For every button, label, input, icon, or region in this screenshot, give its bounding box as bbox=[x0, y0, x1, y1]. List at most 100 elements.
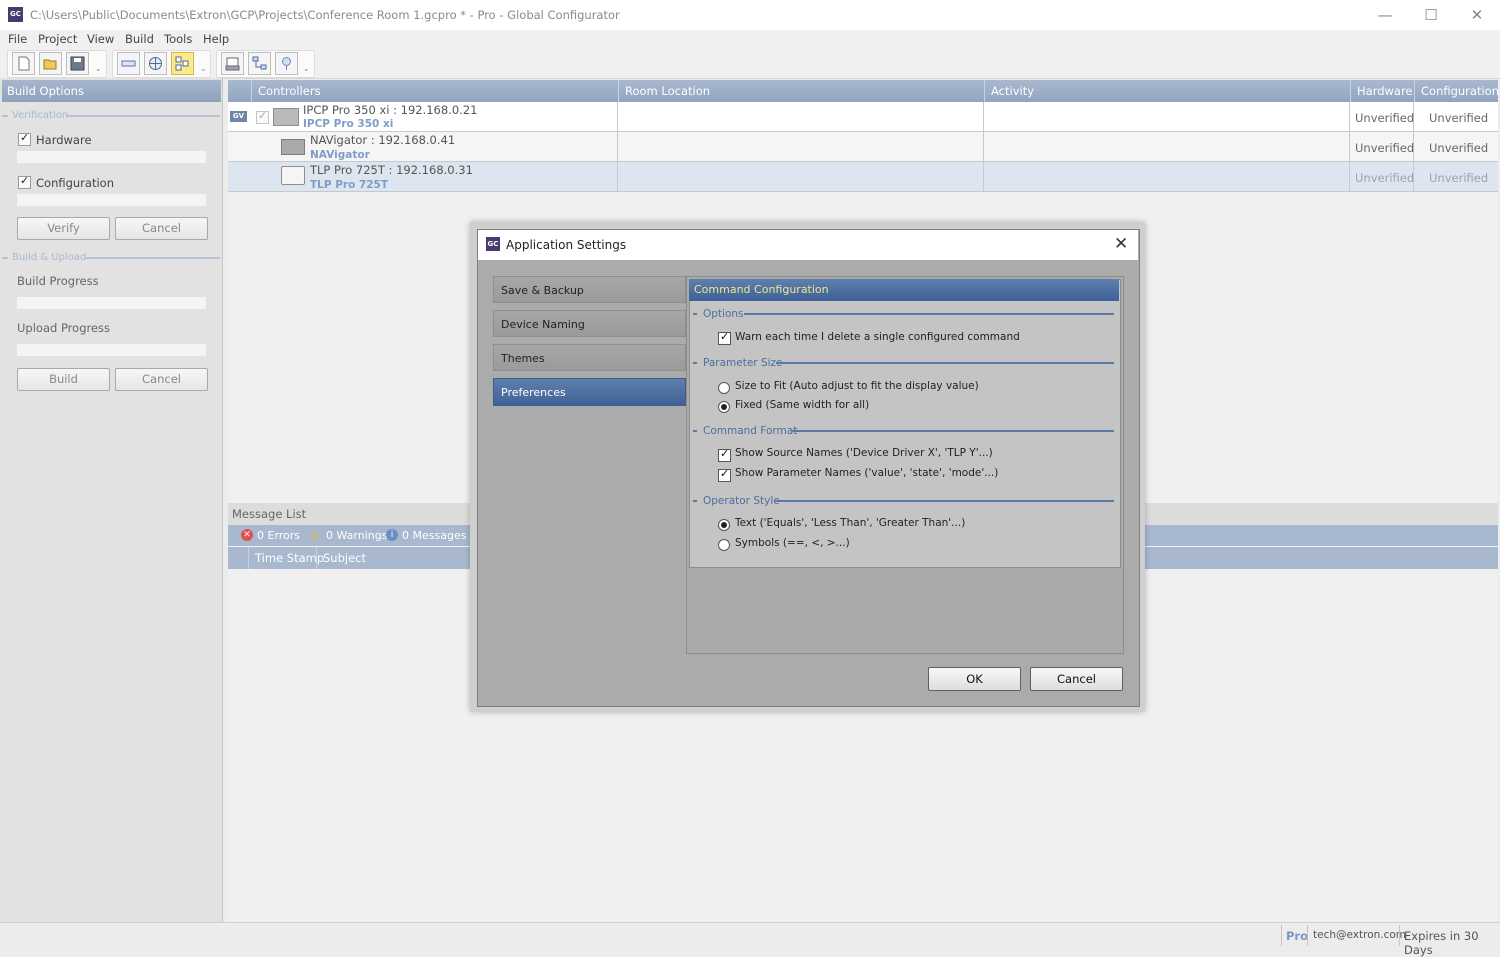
dialog-title: Application Settings bbox=[506, 238, 627, 252]
build-button[interactable]: Build bbox=[17, 368, 110, 391]
warnings-filter[interactable]: 0 Warnings bbox=[326, 526, 387, 545]
nav-device-naming[interactable]: Device Naming bbox=[493, 310, 686, 337]
error-icon: ✕ bbox=[241, 529, 253, 541]
fixed-width-label: Fixed (Same width for all) bbox=[735, 399, 870, 411]
menu-tools[interactable]: Tools bbox=[164, 32, 192, 46]
command-format-group-label: Command Format bbox=[703, 425, 798, 437]
hardware-status: Unverified bbox=[1355, 171, 1415, 185]
configuration-checkbox[interactable]: ✓ bbox=[18, 174, 31, 189]
group-divider bbox=[774, 500, 1114, 502]
column-room-location[interactable]: Room Location bbox=[618, 80, 984, 102]
menu-file[interactable]: File bbox=[8, 32, 27, 46]
warn-delete-checkbox[interactable]: ✓ bbox=[718, 330, 731, 345]
nav-preferences[interactable]: Preferences bbox=[493, 378, 686, 406]
controller-device-icon bbox=[273, 108, 299, 126]
controller-model: NAVigator bbox=[310, 149, 370, 161]
toolbar-overflow-icon[interactable]: ⌄ bbox=[95, 64, 102, 73]
message-list-title: Message List bbox=[232, 507, 307, 521]
dialog-app-icon: GC bbox=[486, 237, 500, 251]
group-divider bbox=[776, 362, 1114, 364]
show-parameter-names-checkbox[interactable]: ✓ bbox=[718, 467, 731, 482]
verification-divider bbox=[2, 115, 8, 117]
build-upload-label: Build & Upload bbox=[12, 252, 87, 263]
group-divider bbox=[693, 500, 697, 502]
dialog-cancel-button[interactable]: Cancel bbox=[1030, 667, 1123, 691]
map-pin-icon[interactable] bbox=[275, 52, 298, 75]
show-parameter-names-label: Show Parameter Names ('value', 'state', … bbox=[735, 467, 999, 479]
cell-divider bbox=[617, 162, 618, 191]
toolbar-overflow-icon[interactable]: ⌄ bbox=[303, 64, 310, 73]
build-upload-divider bbox=[2, 257, 8, 259]
configuration-status: Unverified bbox=[1429, 141, 1489, 155]
errors-filter[interactable]: 0 Errors bbox=[257, 526, 300, 545]
symbols-operator-radio[interactable] bbox=[718, 539, 730, 551]
verification-label: Verification bbox=[12, 110, 69, 121]
save-icon[interactable] bbox=[66, 52, 89, 75]
build-cancel-button[interactable]: Cancel bbox=[115, 368, 208, 391]
close-window-button[interactable]: ✕ bbox=[1454, 0, 1500, 30]
controller-name: TLP Pro 725T : 192.168.0.31 bbox=[310, 163, 473, 177]
hardware-checkbox[interactable]: ✓ bbox=[18, 131, 31, 146]
verify-button[interactable]: Verify bbox=[17, 217, 110, 240]
info-icon: i bbox=[386, 529, 398, 541]
cell-divider bbox=[1349, 102, 1350, 131]
menu-help[interactable]: Help bbox=[203, 32, 229, 46]
upload-progress-label: Upload Progress bbox=[17, 321, 111, 335]
text-operator-label: Text ('Equals', 'Less Than', 'Greater Th… bbox=[735, 517, 966, 529]
hardware-status: Unverified bbox=[1355, 141, 1415, 155]
menu-view[interactable]: View bbox=[87, 32, 114, 46]
column-configuration[interactable]: Configuration bbox=[1414, 80, 1499, 102]
build-upload-divider bbox=[86, 257, 220, 259]
configuration-label: Configuration bbox=[36, 176, 114, 190]
group-divider bbox=[744, 313, 1114, 315]
room-icon[interactable] bbox=[117, 52, 140, 75]
nav-themes[interactable]: Themes bbox=[493, 344, 686, 371]
column-activity[interactable]: Activity bbox=[984, 80, 1350, 102]
new-file-icon[interactable] bbox=[12, 52, 35, 75]
menu-project[interactable]: Project bbox=[38, 32, 77, 46]
dialog-close-icon[interactable]: ✕ bbox=[1114, 234, 1128, 254]
layout-icon[interactable] bbox=[171, 52, 194, 75]
configuration-status: Unverified bbox=[1429, 171, 1489, 185]
text-operator-radio[interactable] bbox=[718, 519, 730, 531]
controller-name: IPCP Pro 350 xi : 192.168.0.21 bbox=[303, 103, 478, 117]
build-progress-bar bbox=[17, 297, 206, 309]
verification-divider bbox=[66, 115, 220, 117]
controller-model: IPCP Pro 350 xi bbox=[303, 118, 394, 130]
column-controllers[interactable]: Controllers bbox=[251, 80, 618, 102]
minimize-button[interactable]: — bbox=[1362, 0, 1408, 30]
configuration-progress-bar bbox=[17, 194, 206, 206]
maximize-button[interactable]: ☐ bbox=[1408, 0, 1454, 30]
open-folder-icon[interactable] bbox=[39, 52, 62, 75]
show-source-names-checkbox[interactable]: ✓ bbox=[718, 447, 731, 462]
status-divider bbox=[1307, 925, 1308, 946]
navigator-device-icon bbox=[281, 139, 305, 155]
operator-style-group-label: Operator Style bbox=[703, 495, 780, 507]
column-timestamp[interactable]: Time Stamp bbox=[255, 551, 324, 565]
network-icon[interactable] bbox=[248, 52, 271, 75]
menu-build[interactable]: Build bbox=[125, 32, 154, 46]
touchpanel-device-icon bbox=[281, 166, 305, 185]
status-divider bbox=[1281, 925, 1282, 946]
hardware-status: Unverified bbox=[1355, 111, 1415, 125]
nav-save-backup[interactable]: Save & Backup bbox=[493, 276, 686, 303]
group-divider bbox=[693, 362, 697, 364]
window-title: C:\Users\Public\Documents\Extron\GCP\Pro… bbox=[30, 8, 620, 22]
command-configuration-header: Command Configuration bbox=[689, 279, 1119, 301]
hardware-progress-bar bbox=[17, 151, 206, 163]
column-subject[interactable]: Subject bbox=[323, 551, 366, 565]
size-to-fit-radio[interactable] bbox=[718, 382, 730, 394]
group-divider bbox=[693, 430, 697, 432]
ok-button[interactable]: OK bbox=[928, 667, 1021, 691]
row-checkbox[interactable]: ✓ bbox=[256, 109, 269, 124]
upload-progress-bar bbox=[17, 344, 206, 356]
column-hardware[interactable]: Hardware bbox=[1350, 80, 1414, 102]
fixed-width-radio[interactable] bbox=[718, 401, 730, 413]
gv-badge: GV bbox=[230, 111, 247, 122]
verify-cancel-button[interactable]: Cancel bbox=[115, 217, 208, 240]
messages-filter[interactable]: 0 Messages bbox=[402, 526, 466, 545]
parameter-size-group-label: Parameter Size bbox=[703, 357, 783, 369]
report-icon[interactable] bbox=[221, 52, 244, 75]
globe-icon[interactable] bbox=[144, 52, 167, 75]
toolbar-overflow-icon[interactable]: ⌄ bbox=[200, 64, 207, 73]
